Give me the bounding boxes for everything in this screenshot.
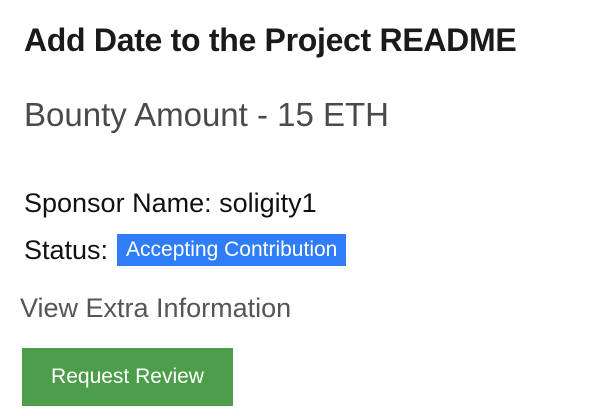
bounty-card: Add Date to the Project README Bounty Am… xyxy=(0,0,599,416)
status-badge: Accepting Contribution xyxy=(117,234,347,266)
sponsor-name: Sponsor Name: soligity1 xyxy=(24,188,317,218)
status-label: Status: xyxy=(24,234,109,265)
bounty-title: Add Date to the Project README xyxy=(24,22,517,58)
status-row: Status: Accepting Contribution xyxy=(24,234,347,266)
view-extra-information-link[interactable]: View Extra Information xyxy=(20,293,291,324)
request-review-button[interactable]: Request Review xyxy=(22,348,233,406)
bounty-amount: Bounty Amount - 15 ETH xyxy=(24,96,390,133)
